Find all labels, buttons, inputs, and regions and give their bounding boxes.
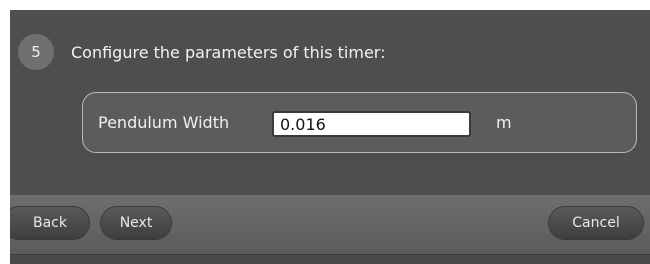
wizard-panel: 5 Configure the parameters of this timer… [10, 10, 650, 264]
pendulum-width-input[interactable] [272, 111, 471, 137]
step-title: Configure the parameters of this timer: [71, 42, 386, 62]
next-button[interactable]: Next [100, 206, 172, 240]
parameter-group: Pendulum Width m [82, 92, 637, 153]
pendulum-width-label: Pendulum Width [98, 113, 230, 132]
step-header: 5 Configure the parameters of this timer… [18, 34, 386, 70]
footer-strip [10, 254, 650, 264]
back-button[interactable]: Back [10, 206, 90, 240]
button-bar: Back Next Cancel [10, 195, 650, 254]
pendulum-width-unit: m [496, 113, 512, 132]
step-number-badge: 5 [18, 34, 54, 70]
cancel-button[interactable]: Cancel [548, 206, 644, 240]
